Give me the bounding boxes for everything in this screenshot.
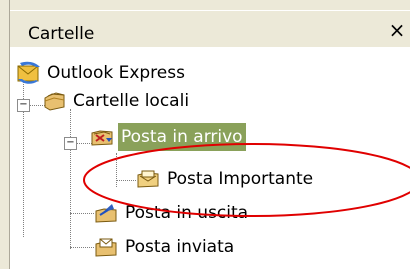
folders-pane: Cartelle × Outlook Express − Cartelle lo… bbox=[0, 0, 410, 269]
highlight-ellipse bbox=[83, 143, 410, 217]
